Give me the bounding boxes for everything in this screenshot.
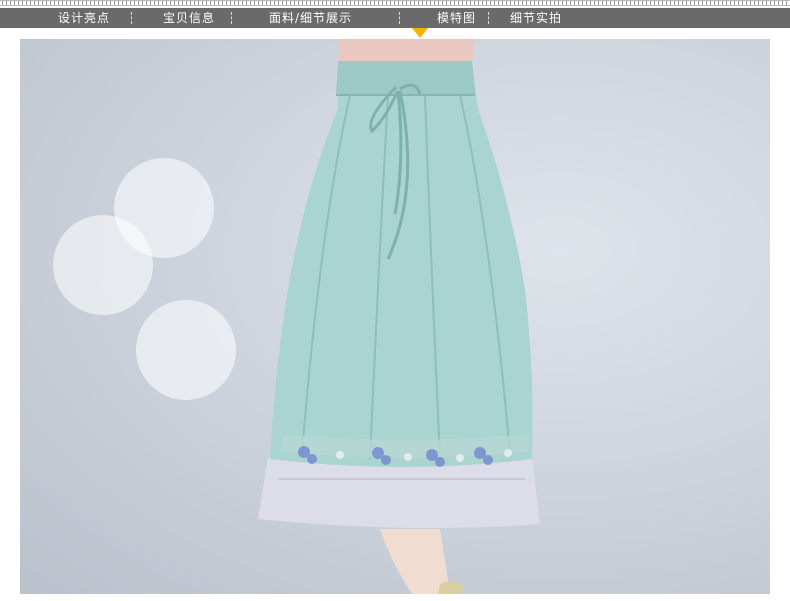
tab-detail-shots[interactable]: 细节实拍: [510, 8, 562, 28]
product-photo: [20, 39, 770, 594]
tab-fabric-details[interactable]: 面料/细节展示: [269, 8, 352, 28]
skirt-illustration: [258, 39, 540, 594]
tab-design-highlights[interactable]: 设计亮点: [58, 8, 110, 28]
tab-separator: [488, 12, 489, 24]
active-tab-marker-icon: [412, 28, 428, 38]
decorative-chain-border: [0, 0, 790, 6]
tab-separator: [131, 12, 132, 24]
tab-separator: [399, 12, 400, 24]
tab-product-info[interactable]: 宝贝信息: [163, 8, 215, 28]
tab-model-photos[interactable]: 模特图: [437, 8, 476, 28]
nav-bar: 设计亮点 宝贝信息 面料/细节展示 模特图 细节实拍: [0, 8, 790, 28]
tab-separator: [231, 12, 232, 24]
